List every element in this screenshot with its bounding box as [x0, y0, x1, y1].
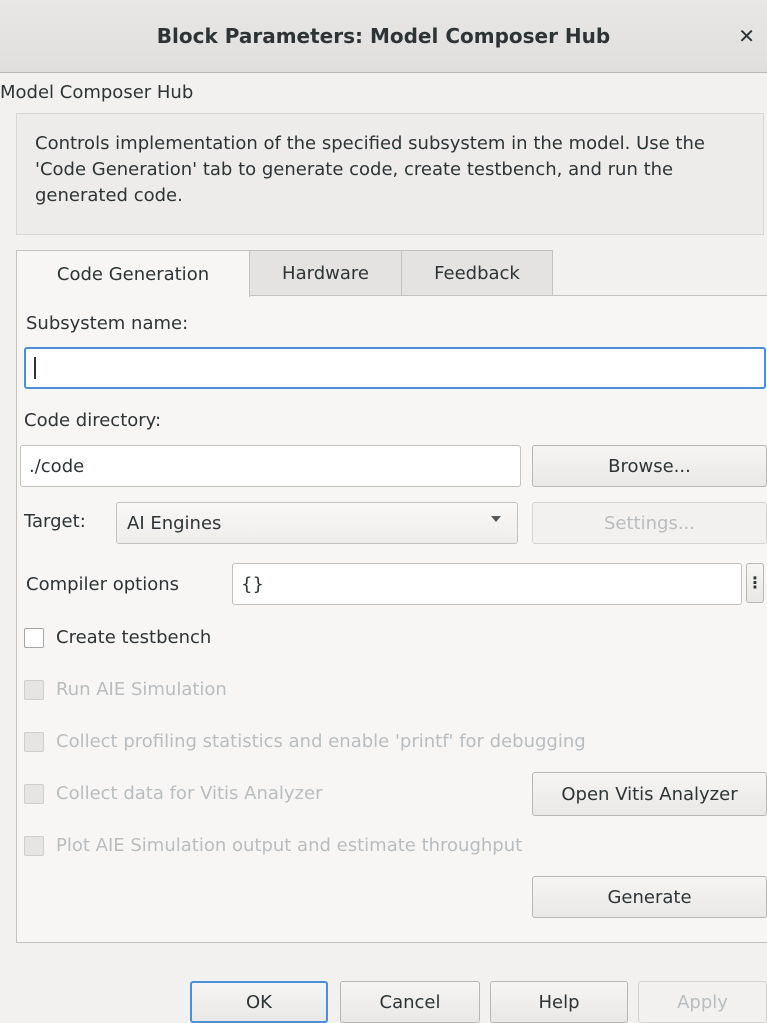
subsystem-name-label: Subsystem name: — [26, 313, 189, 334]
target-label: Target: — [24, 511, 86, 532]
apply-button[interactable]: Apply — [638, 981, 767, 1023]
run-aie-simulation-label: Run AIE Simulation — [56, 679, 227, 700]
collect-vitis-data-label: Collect data for Vitis Analyzer — [56, 783, 323, 804]
collect-vitis-data-checkbox[interactable] — [24, 784, 44, 804]
open-vitis-analyzer-button[interactable]: Open Vitis Analyzer — [532, 772, 767, 816]
cancel-button[interactable]: Cancel — [340, 981, 480, 1023]
window-title: Block Parameters: Model Composer Hub — [156, 24, 611, 48]
ok-button[interactable]: OK — [190, 981, 328, 1023]
text-caret — [34, 357, 36, 379]
plot-aie-output-checkbox[interactable] — [24, 836, 44, 856]
help-button[interactable]: Help — [490, 981, 628, 1023]
title-bar: Block Parameters: Model Composer Hub ✕ — [0, 0, 767, 73]
generate-button[interactable]: Generate — [532, 876, 767, 918]
target-select[interactable]: AI Engines — [116, 502, 518, 544]
tab-code-generation[interactable]: Code Generation — [16, 250, 250, 297]
tab-hardware[interactable]: Hardware — [249, 250, 402, 296]
compiler-options-input[interactable]: {} — [232, 563, 742, 605]
create-testbench-checkbox[interactable] — [24, 628, 44, 648]
plot-aie-output-label: Plot AIE Simulation output and estimate … — [56, 835, 523, 856]
browse-button[interactable]: Browse... — [532, 445, 767, 487]
description-text: Controls implementation of the specified… — [35, 133, 705, 206]
code-directory-label: Code directory: — [24, 410, 162, 431]
code-directory-input[interactable]: ./code — [20, 445, 521, 487]
more-options-icon[interactable]: ⋮ — [746, 563, 764, 603]
create-testbench-label[interactable]: Create testbench — [56, 627, 211, 648]
description-box: Controls implementation of the specified… — [16, 113, 764, 235]
close-icon[interactable]: ✕ — [738, 24, 755, 48]
tab-feedback[interactable]: Feedback — [401, 250, 553, 296]
chevron-down-icon — [491, 516, 501, 522]
collect-profiling-label: Collect profiling statistics and enable … — [56, 731, 586, 752]
subsystem-name-input[interactable] — [24, 347, 766, 389]
block-type-label: Model Composer Hub — [0, 82, 194, 103]
compiler-options-label: Compiler options — [26, 574, 180, 595]
settings-button[interactable]: Settings... — [532, 502, 767, 544]
target-select-value: AI Engines — [127, 512, 222, 534]
collect-profiling-checkbox[interactable] — [24, 732, 44, 752]
run-aie-simulation-checkbox[interactable] — [24, 680, 44, 700]
